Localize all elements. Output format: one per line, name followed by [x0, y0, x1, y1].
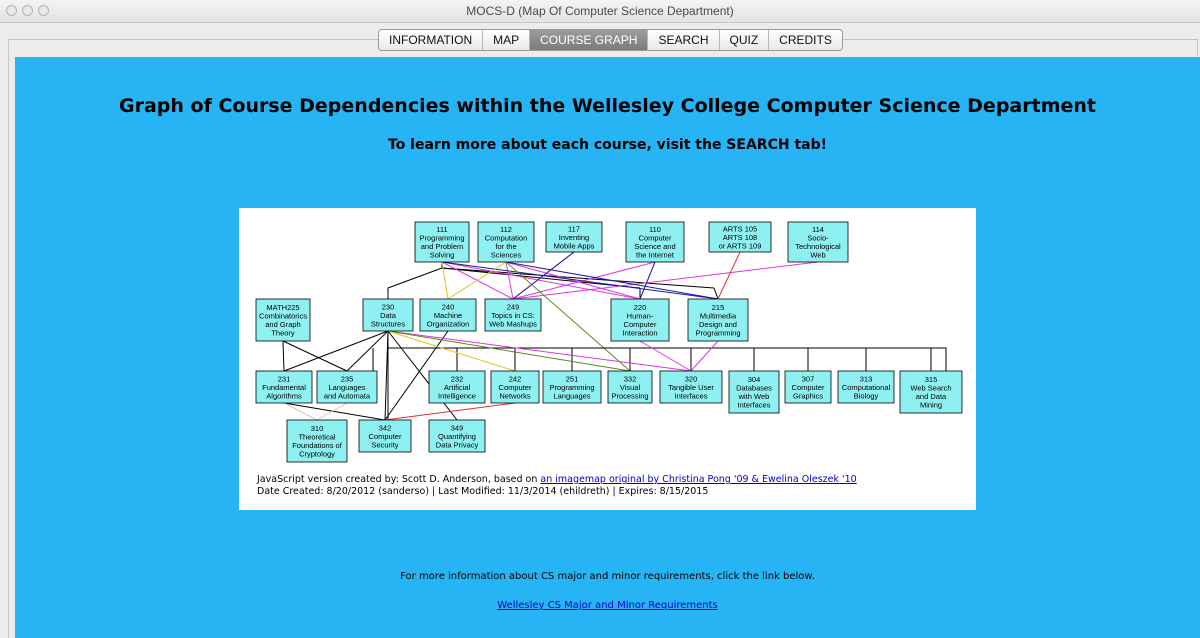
dependency-edge — [441, 267, 715, 289]
course-node-label: Web — [810, 251, 825, 260]
course-graph-page: Graph of Course Dependencies within the … — [15, 57, 1200, 638]
dependency-edge — [639, 340, 692, 372]
dependency-edge — [346, 330, 389, 372]
course-node-label: the Internet — [636, 251, 675, 260]
course-node-math225[interactable]: MATH225Combinatoricsand GraphTheory — [255, 298, 311, 342]
course-node-315[interactable]: 315Web Searchand DataMining — [899, 370, 963, 414]
course-node-307[interactable]: 307ComputerGraphics — [784, 370, 832, 404]
course-node-342[interactable]: 342ComputerSecurity — [358, 419, 412, 453]
course-node-label: Interaction — [622, 329, 657, 338]
requirements-link-row: Wellesley CS Major and Minor Requirement… — [15, 600, 1200, 611]
dependency-edge — [441, 261, 449, 300]
dependency-edge — [384, 402, 516, 421]
course-node-label: Interfaces — [675, 391, 708, 400]
course-node-232[interactable]: 232ArtificialIntelligence — [428, 370, 486, 404]
page-subtitle: To learn more about each course, visit t… — [388, 137, 827, 153]
dependency-edge — [512, 261, 819, 300]
course-node-320[interactable]: 320Tangible UserInterfaces — [659, 370, 723, 404]
course-node-117[interactable]: 117InventingMobile Apps — [545, 221, 603, 253]
course-node-313[interactable]: 313ComputationalBiology — [837, 370, 895, 404]
course-node-332[interactable]: 332VisualProcessing — [607, 370, 653, 404]
course-node-label: or ARTS 109 — [719, 241, 762, 250]
course-node-249[interactable]: 249Topics in CS:Web Mashups — [484, 298, 542, 332]
course-node-label: Languages — [553, 391, 590, 400]
course-node-349[interactable]: 349QuantifyingData Privacy — [428, 419, 486, 453]
course-node-230[interactable]: 230DataStructures — [362, 298, 414, 332]
course-node-label: Solving — [430, 251, 455, 260]
course-node-220[interactable]: 220Human-ComputerInteraction — [610, 298, 670, 342]
course-node-label: Data Privacy — [436, 440, 479, 449]
imagemap-original-link[interactable]: an imagemap original by Christina Pong '… — [540, 474, 856, 485]
tab-credits[interactable]: CREDITS — [769, 30, 842, 50]
dependency-edge — [447, 261, 507, 300]
tab-search[interactable]: SEARCH — [648, 30, 720, 50]
requirements-info-text: For more information about CS major and … — [400, 571, 815, 582]
tab-course-graph[interactable]: COURSE GRAPH — [530, 30, 649, 50]
window-title: MOCS-D (Map Of Computer Science Departme… — [466, 4, 734, 18]
course-node-label: Intelligence — [438, 391, 476, 400]
course-node-310[interactable]: 310TheoreticalFoundations ofCryptology — [286, 419, 348, 463]
dependency-edge — [717, 251, 741, 300]
course-node-label: Programming — [695, 329, 740, 338]
course-node-215[interactable]: 215MultimediaDesign andProgramming — [687, 298, 749, 342]
course-node-240[interactable]: 240MachineOrganization — [419, 298, 477, 332]
course-node-label: Sciences — [491, 251, 522, 260]
tab-information[interactable]: INFORMATION — [379, 30, 484, 50]
dependency-edge — [505, 261, 641, 300]
course-node-label: Processing — [611, 391, 648, 400]
course-node-label: Mining — [920, 401, 942, 410]
course-node-114[interactable]: 114Socio-TechnologicalWeb — [787, 221, 849, 263]
course-dependency-graph: 111Programmingand ProblemSolving112Compu… — [255, 221, 963, 463]
course-node-231[interactable]: 231FundamentalAlgorithms — [255, 370, 313, 404]
dependency-edge — [690, 340, 719, 372]
tab-quiz[interactable]: QUIZ — [720, 30, 770, 50]
credits-prefix: JavaScript version created by: Scott D. … — [257, 474, 541, 485]
tab-map[interactable]: MAP — [483, 30, 531, 50]
course-node-label: Security — [371, 440, 398, 449]
dependency-edge — [441, 261, 719, 300]
course-node-235[interactable]: 235Languagesand Automata — [316, 370, 378, 404]
course-node-label: Biology — [854, 391, 879, 400]
course-node-label: Networks — [499, 391, 531, 400]
dependency-edge — [713, 287, 719, 300]
course-node-304[interactable]: 304Databaseswith WebInterfaces — [728, 370, 780, 414]
dependency-edge — [283, 402, 386, 421]
dependency-edge — [387, 262, 443, 299]
course-node-111[interactable]: 111Programmingand ProblemSolving — [414, 221, 470, 263]
dependency-edge — [639, 261, 656, 300]
dependency-edge — [387, 330, 516, 372]
dependency-edge — [282, 340, 348, 372]
page-title: Graph of Course Dependencies within the … — [118, 95, 1096, 117]
credits-line-1: JavaScript version created by: Scott D. … — [257, 474, 857, 486]
course-node-label: Structures — [371, 319, 405, 328]
window-titlebar: MOCS-D (Map Of Computer Science Departme… — [0, 0, 1200, 23]
course-node-112[interactable]: 112Computationfor theSciences — [477, 221, 535, 263]
course-node-242[interactable]: 242ComputerNetworks — [490, 370, 540, 404]
course-node-label: Organization — [427, 319, 470, 328]
course-node-label: Mobile Apps — [554, 241, 595, 250]
tab-bar: INFORMATION MAP COURSE GRAPH SEARCH QUIZ… — [378, 29, 843, 51]
course-graph-panel: 111 Programming and Problem Solving 112 Compu… — [239, 208, 976, 510]
dependency-edge — [512, 261, 656, 300]
dependency-edge — [282, 340, 285, 372]
course-node-label: Algorithms — [266, 391, 302, 400]
requirements-link[interactable]: Wellesley CS Major and Minor Requirement… — [497, 600, 718, 611]
course-node-label: Interfaces — [738, 401, 771, 410]
course-node-label: Cryptology — [299, 450, 335, 459]
credits-text: JavaScript version created by: Scott D. … — [257, 474, 857, 498]
course-node-251[interactable]: 251ProgrammingLanguages — [542, 370, 602, 404]
course-node-arts[interactable]: ARTS 105ARTS 108or ARTS 109 — [708, 221, 772, 253]
course-node-label: Theory — [271, 329, 295, 338]
course-node-label: and Automata — [324, 391, 371, 400]
dependency-edge — [316, 402, 348, 421]
course-node-110[interactable]: 110ComputerScience andthe Internet — [625, 221, 685, 263]
credits-line-2: Date Created: 8/20/2012 (sanderso) | Las… — [257, 486, 709, 497]
course-node-label: Web Mashups — [489, 319, 537, 328]
course-node-label: Graphics — [793, 391, 823, 400]
